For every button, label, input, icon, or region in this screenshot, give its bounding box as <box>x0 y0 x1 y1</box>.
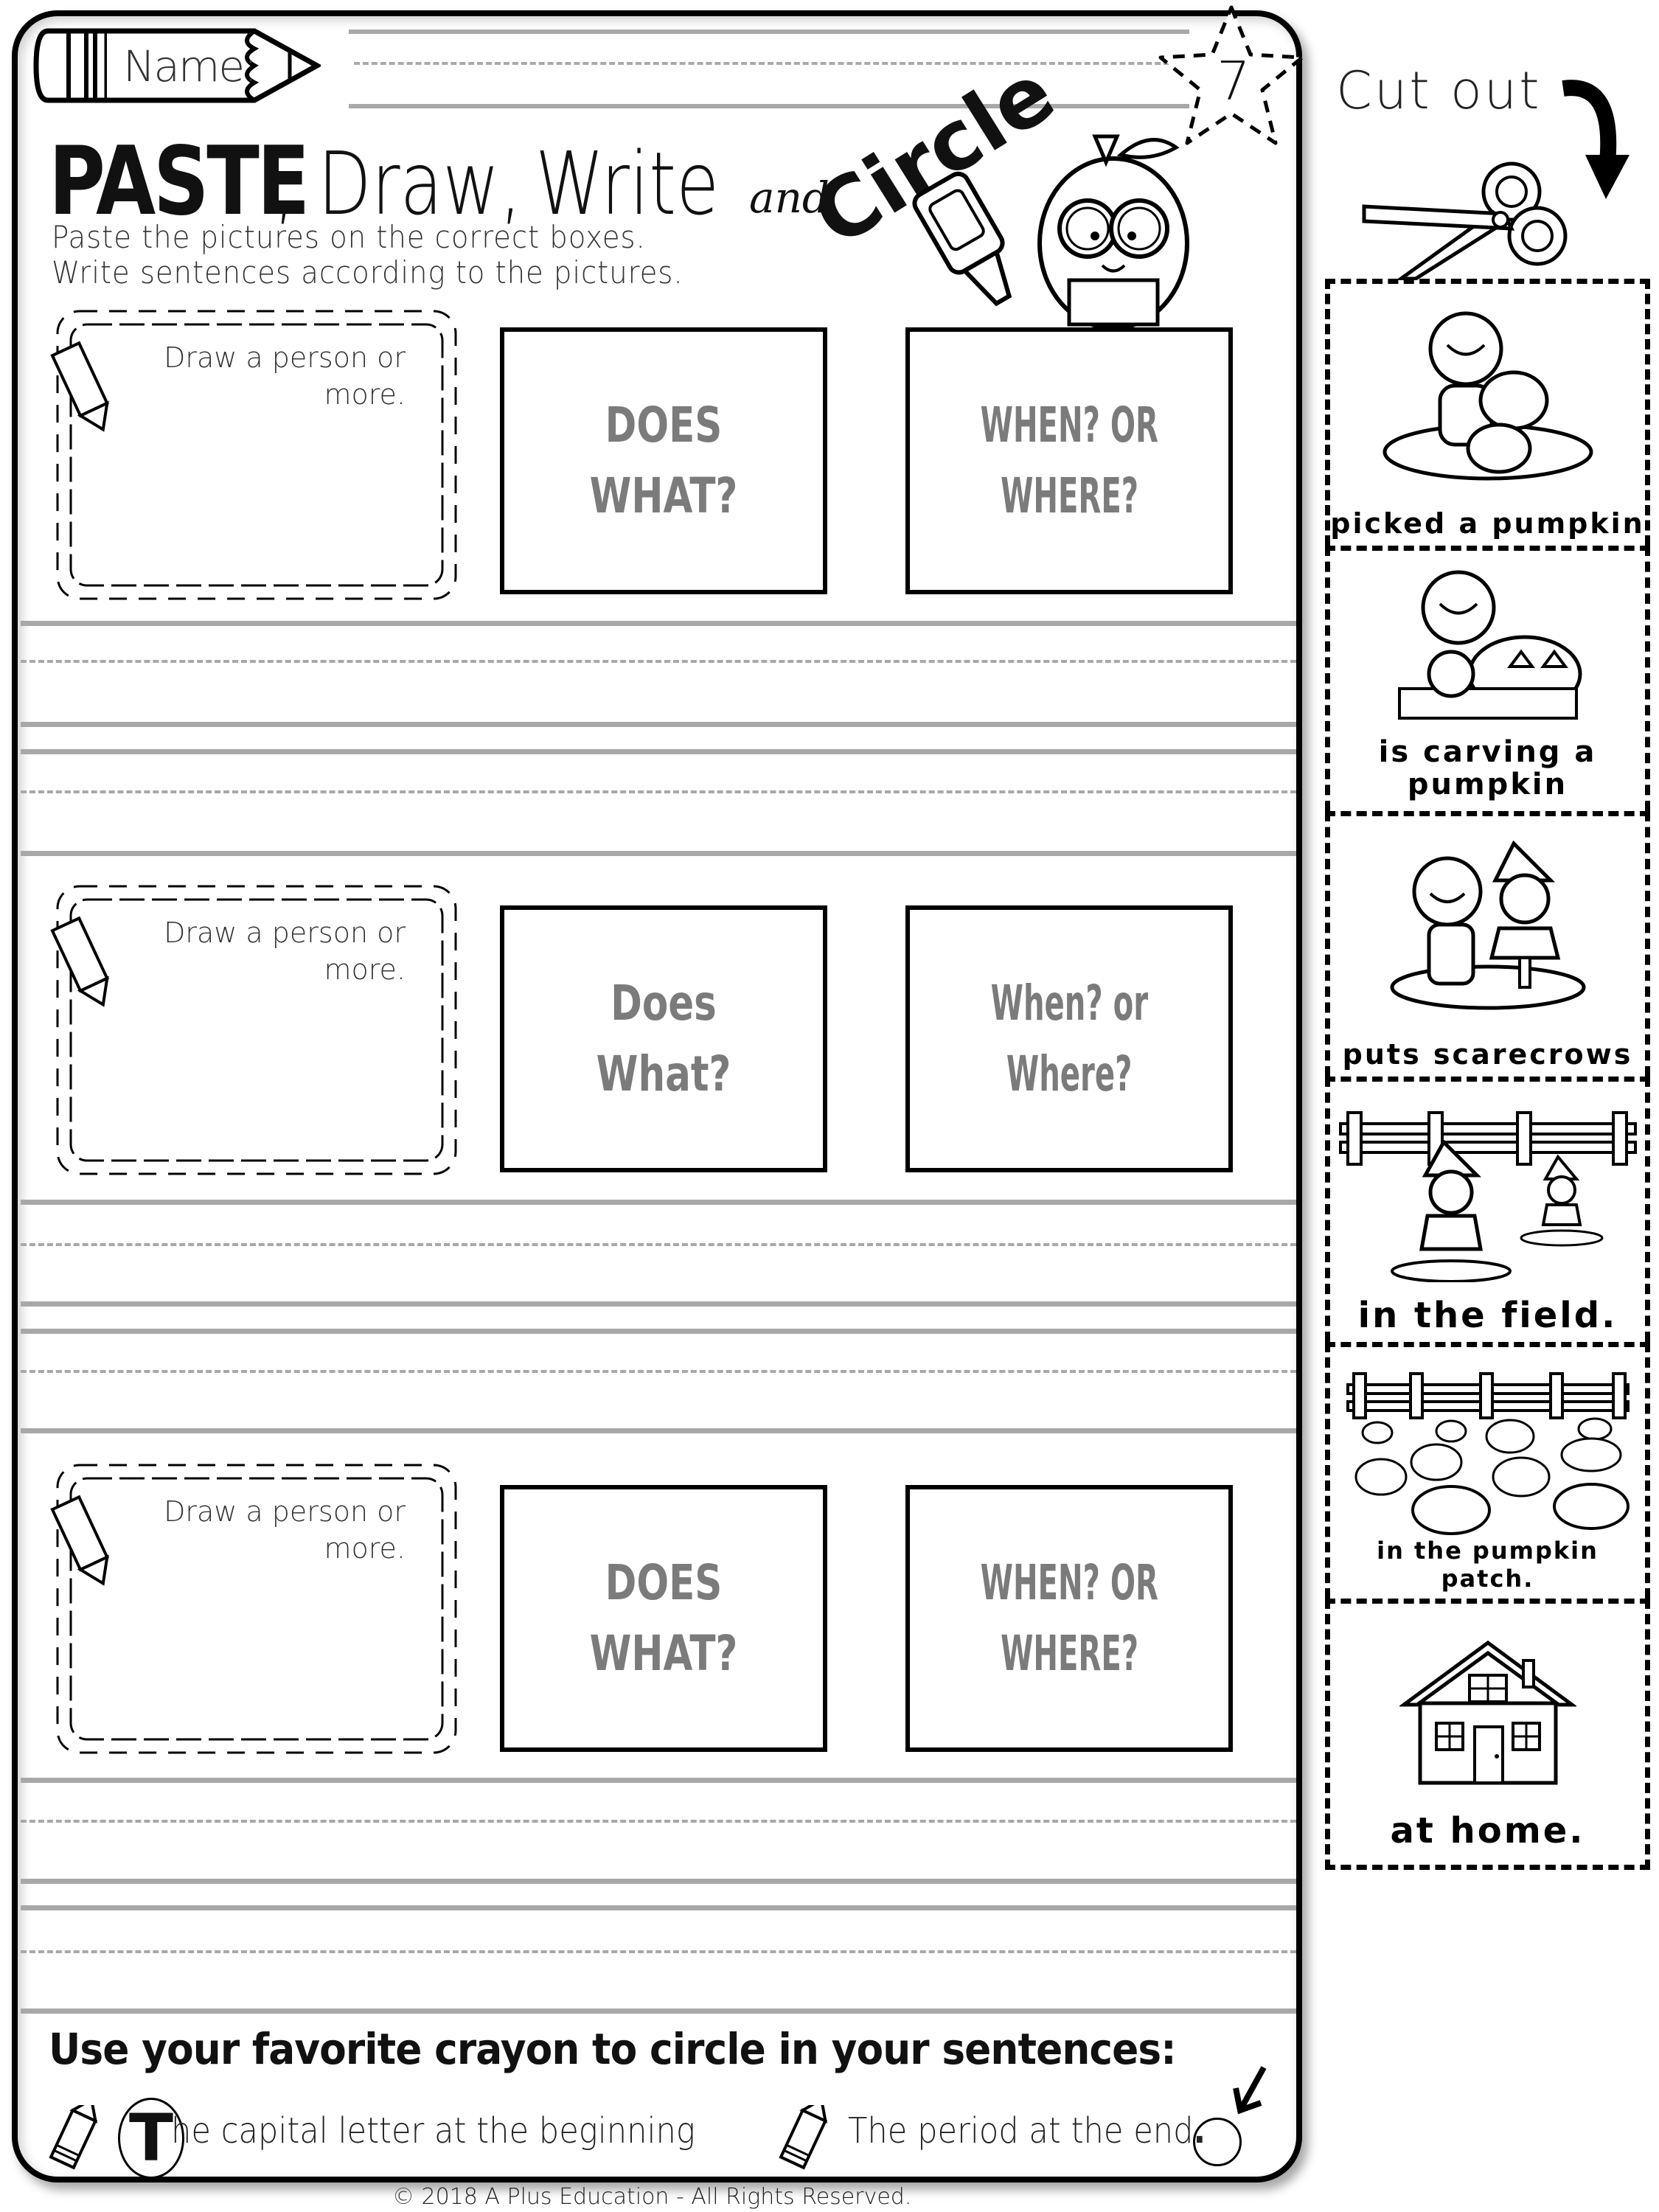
writing-line-base <box>21 2008 1296 2014</box>
when-where-label-2-line2: Where? <box>1006 1046 1133 1102</box>
circled-period <box>1193 2118 1242 2166</box>
when-where-label-1-line2: WHERE? <box>1000 467 1138 524</box>
cutout-card-in-the-field[interactable]: in the field. <box>1325 1077 1650 1342</box>
page-number: 7 <box>1217 50 1251 112</box>
writing-line-mid[interactable] <box>21 790 1296 793</box>
instruction-line-2: Write sentences according to the picture… <box>52 254 684 291</box>
boy-with-pumpkins-icon <box>1330 291 1645 494</box>
does-what-box-1[interactable]: DOES WHAT? <box>500 327 827 594</box>
copyright: © 2018 A Plus Education - All Rights Res… <box>392 2184 912 2210</box>
name-line-bottom <box>349 104 1189 108</box>
draw-prompt-3-line1: Draw a person or <box>164 1495 406 1528</box>
writing-line-top <box>21 1905 1296 1910</box>
draw-prompt-1-line2: more. <box>324 378 406 411</box>
card-label: in the field. <box>1357 1295 1618 1336</box>
draw-area-3[interactable]: Draw a person or more. <box>49 1456 465 1761</box>
cutout-card-carving-pumpkin[interactable]: is carving a pumpkin <box>1325 546 1650 811</box>
does-what-box-3[interactable]: DOES WHAT? <box>500 1485 827 1752</box>
draw-prompt-2-line1: Draw a person or <box>164 917 406 949</box>
tip-period-text: The period at the end <box>848 2110 1194 2152</box>
name-line-mid[interactable] <box>354 62 1187 65</box>
boy-carving-pumpkin-icon <box>1330 558 1645 730</box>
writing-line-base <box>21 1879 1296 1884</box>
capital-letter-T: T <box>129 2100 174 2176</box>
when-where-label-3-line2: WHERE? <box>1000 1625 1138 1682</box>
cutout-card-pumpkin-patch[interactable]: in the pumpkin patch. <box>1325 1342 1650 1599</box>
when-where-label-3: WHEN? OR WHERE? <box>955 1548 1183 1689</box>
draw-area-2[interactable]: Draw a person or more. <box>49 877 465 1183</box>
when-where-box-2[interactable]: When? or Where? <box>905 905 1233 1172</box>
does-what-box-2[interactable]: Does What? <box>500 905 827 1172</box>
scarecrows-field-icon <box>1330 1089 1645 1290</box>
writing-line-base <box>21 1301 1296 1307</box>
cutout-card-at-home[interactable]: at home. <box>1325 1599 1650 1870</box>
writing-line-base <box>21 851 1296 856</box>
writing-line-mid[interactable] <box>21 1950 1296 1953</box>
writing-line-mid[interactable] <box>21 1820 1296 1823</box>
writing-line-base <box>21 722 1296 727</box>
crayon-icon <box>37 2097 103 2186</box>
when-where-label-1-line1: WHEN? OR <box>980 397 1158 453</box>
draw-prompt-3: Draw a person or more. <box>164 1493 406 1567</box>
draw-prompt-1-line1: Draw a person or <box>164 341 406 374</box>
tip-capital-letter: he capital letter at the beginning <box>171 2110 695 2152</box>
mascot-illustration <box>907 133 1217 354</box>
writing-line-base <box>21 1428 1296 1433</box>
card-label: at home. <box>1390 1810 1585 1851</box>
instructions: Paste the pictures on the correct boxes.… <box>52 220 684 291</box>
cutout-card-picked-pumpkin[interactable]: picked a pumpkin <box>1325 279 1650 546</box>
writing-line-top <box>21 1329 1296 1334</box>
draw-prompt-2: Draw a person or more. <box>164 914 406 988</box>
does-what-label-2: Does What? <box>596 975 731 1102</box>
does-what-label-3: DOES WHAT? <box>589 1554 738 1682</box>
writing-line-top <box>21 749 1296 754</box>
cutout-card-puts-scarecrows[interactable]: puts scarecrows <box>1325 811 1650 1077</box>
when-where-label-3-line1: WHEN? OR <box>980 1554 1158 1611</box>
draw-prompt-1: Draw a person or more. <box>164 339 406 413</box>
draw-area-1[interactable]: Draw a person or more. <box>49 302 465 608</box>
when-where-box-1[interactable]: WHEN? OR WHERE? <box>905 327 1233 594</box>
writing-line-mid[interactable] <box>21 1243 1296 1246</box>
scissors-icon <box>1357 155 1571 281</box>
pumpkin-patch-icon <box>1330 1354 1645 1547</box>
card-label-line2: pumpkin <box>1407 768 1568 801</box>
writing-line-mid[interactable] <box>21 1370 1296 1373</box>
draw-prompt-3-line2: more. <box>324 1532 406 1565</box>
card-label: in the pumpkin patch. <box>1377 1537 1599 1593</box>
cut-out-label: Cut out <box>1336 60 1542 121</box>
footer-instruction: Use your favorite crayon to circle in yo… <box>49 2024 1177 2074</box>
crayon-icon <box>767 2097 833 2186</box>
when-where-box-3[interactable]: WHEN? OR WHERE? <box>905 1485 1233 1752</box>
when-where-label-2-line1: When? or <box>990 975 1148 1032</box>
when-where-label-1: WHEN? OR WHERE? <box>955 390 1183 532</box>
name-line-top <box>349 29 1189 34</box>
name-pencil: Name: <box>33 27 323 105</box>
writing-line-top <box>21 1778 1296 1783</box>
name-label: Name: <box>123 41 258 91</box>
writing-line-mid[interactable] <box>21 660 1296 663</box>
girl-with-scarecrow-icon <box>1330 824 1645 1025</box>
arrow-down-left-icon <box>1233 2065 1270 2116</box>
when-where-label-2: When? or Where? <box>968 968 1170 1110</box>
tip-period: The period at the end. <box>848 2110 1206 2152</box>
writing-line-top <box>21 1200 1296 1205</box>
card-label-line1: is carving a <box>1378 735 1597 769</box>
does-what-label-1: DOES WHAT? <box>589 397 738 524</box>
apple-mascot-icon <box>912 134 1189 330</box>
card-label: puts scarecrows <box>1342 1038 1633 1071</box>
card-label: picked a pumpkin <box>1330 507 1645 540</box>
draw-prompt-2-line2: more. <box>324 953 406 986</box>
instruction-line-1: Paste the pictures on the correct boxes. <box>52 219 646 255</box>
house-icon <box>1330 1611 1645 1813</box>
card-label: is carving a pumpkin <box>1330 736 1645 801</box>
writing-line-top <box>21 621 1296 626</box>
